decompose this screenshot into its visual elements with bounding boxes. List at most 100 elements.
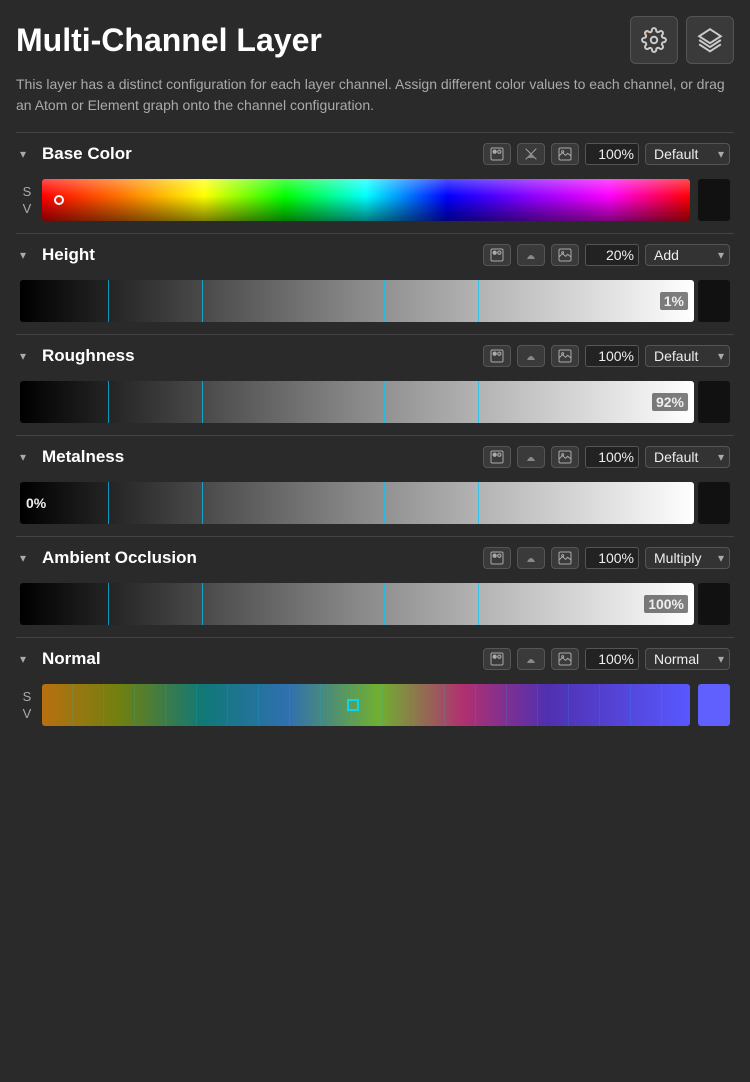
image-icon-height[interactable] xyxy=(551,244,579,266)
mask-icon-ao[interactable] xyxy=(483,547,511,569)
blend-roughness[interactable]: Default Add Multiply Normal xyxy=(645,345,730,367)
slider-end-ao xyxy=(698,583,730,625)
v-label: V xyxy=(20,201,34,216)
channel-ao: ▾ Ambient Occlusion xyxy=(16,536,734,637)
main-container: Multi-Channel Layer This layer has a dis… xyxy=(0,0,750,754)
fill-icon-normal[interactable] xyxy=(517,648,545,670)
chevron-base-color[interactable]: ▾ xyxy=(20,147,36,161)
blend-metalness[interactable]: Default Add Multiply Normal xyxy=(645,446,730,468)
channel-body-base-color: S V xyxy=(16,175,734,233)
image-icon-normal[interactable] xyxy=(551,648,579,670)
slider-bar-roughness[interactable]: 92% xyxy=(20,381,730,423)
channel-roughness: ▾ Roughness xyxy=(16,334,734,435)
opacity-metalness[interactable] xyxy=(585,446,639,468)
slider-value-height: 1% xyxy=(660,292,688,310)
blend-wrapper-roughness: Default Add Multiply Normal xyxy=(645,345,730,367)
channel-controls-normal: Default Add Multiply Normal xyxy=(483,648,730,670)
fill-icon-metalness[interactable] xyxy=(517,446,545,468)
fill-icon-ao[interactable] xyxy=(517,547,545,569)
blend-wrapper-normal: Default Add Multiply Normal xyxy=(645,648,730,670)
tick-marks-height xyxy=(20,280,694,322)
mask-icon-metalness[interactable] xyxy=(483,446,511,468)
channel-controls-base-color: Default Add Multiply Normal Overlay Scre… xyxy=(483,143,730,165)
channel-controls-metalness: Default Add Multiply Normal xyxy=(483,446,730,468)
mask-icon-base-color[interactable] xyxy=(483,143,511,165)
header-row: Multi-Channel Layer xyxy=(16,16,734,64)
channel-controls-roughness: Default Add Multiply Normal xyxy=(483,345,730,367)
rainbow-cursor xyxy=(54,195,64,205)
gear-button[interactable] xyxy=(630,16,678,64)
channel-header-metalness: ▾ Metalness xyxy=(16,436,734,478)
header-icons xyxy=(630,16,734,64)
opacity-normal[interactable] xyxy=(585,648,639,670)
slider-bar-height[interactable]: 1% xyxy=(20,280,730,322)
slider-bar-ao[interactable]: 100% xyxy=(20,583,730,625)
opacity-ao[interactable] xyxy=(585,547,639,569)
channel-header-ao: ▾ Ambient Occlusion xyxy=(16,537,734,579)
tick-marks-metalness xyxy=(20,482,694,524)
rainbow-bar[interactable] xyxy=(42,179,690,221)
normal-bar-container: S V xyxy=(16,684,734,726)
image-icon-roughness[interactable] xyxy=(551,345,579,367)
channel-header-normal: ▾ Normal xyxy=(16,638,734,680)
normal-overlay xyxy=(42,684,690,726)
normal-cursor xyxy=(347,699,359,711)
chevron-metalness[interactable]: ▾ xyxy=(20,450,36,464)
image-icon-ao[interactable] xyxy=(551,547,579,569)
opacity-height[interactable] xyxy=(585,244,639,266)
chevron-ao[interactable]: ▾ xyxy=(20,551,36,565)
opacity-roughness[interactable] xyxy=(585,345,639,367)
channel-body-normal: S V xyxy=(16,680,734,738)
layers-button[interactable] xyxy=(686,16,734,64)
channel-body-roughness: 92% xyxy=(16,377,734,435)
channel-name-normal: Normal xyxy=(42,649,477,669)
image-icon-base-color[interactable] xyxy=(551,143,579,165)
slider-container-roughness: 92% xyxy=(16,381,734,423)
blend-ao[interactable]: Default Add Multiply Normal xyxy=(645,547,730,569)
channel-name-height: Height xyxy=(42,245,477,265)
blend-height[interactable]: Default Add Multiply Normal xyxy=(645,244,730,266)
v-label-normal: V xyxy=(20,706,34,721)
channel-body-height: 1% xyxy=(16,276,734,334)
channel-base-color: ▾ Base Color xyxy=(16,132,734,233)
normal-bar[interactable] xyxy=(42,684,690,726)
chevron-roughness[interactable]: ▾ xyxy=(20,349,36,363)
fill-icon-base-color[interactable] xyxy=(517,143,545,165)
blend-base-color[interactable]: Default Add Multiply Normal Overlay Scre… xyxy=(645,143,730,165)
normal-gradient xyxy=(42,684,690,726)
slider-value-roughness: 92% xyxy=(652,393,688,411)
channel-controls-ao: Default Add Multiply Normal xyxy=(483,547,730,569)
rainbow-overlay xyxy=(42,179,690,221)
channel-name-base-color: Base Color xyxy=(42,144,477,164)
channel-normal: ▾ Normal xyxy=(16,637,734,738)
opacity-base-color[interactable] xyxy=(585,143,639,165)
channel-body-ao: 100% xyxy=(16,579,734,637)
channel-name-roughness: Roughness xyxy=(42,346,477,366)
channel-height: ▾ Height xyxy=(16,233,734,334)
tick-marks-roughness xyxy=(20,381,694,423)
image-icon-metalness[interactable] xyxy=(551,446,579,468)
gray-gradient-height: 1% xyxy=(20,280,694,322)
blend-wrapper-base-color: Default Add Multiply Normal Overlay Scre… xyxy=(645,143,730,165)
slider-bar-metalness[interactable]: 0% xyxy=(20,482,730,524)
slider-container-metalness: 0% xyxy=(16,482,734,524)
sv-labels-base-color: S V xyxy=(20,184,34,216)
channel-header-base-color: ▾ Base Color xyxy=(16,133,734,175)
fill-icon-height[interactable] xyxy=(517,244,545,266)
s-label-normal: S xyxy=(20,689,34,704)
blend-normal[interactable]: Default Add Multiply Normal xyxy=(645,648,730,670)
s-label: S xyxy=(20,184,34,199)
mask-icon-normal[interactable] xyxy=(483,648,511,670)
page-title: Multi-Channel Layer xyxy=(16,22,322,59)
sv-labels-normal: S V xyxy=(20,689,34,721)
chevron-normal[interactable]: ▾ xyxy=(20,652,36,666)
slider-container-ao: 100% xyxy=(16,583,734,625)
slider-end-roughness xyxy=(698,381,730,423)
mask-icon-roughness[interactable] xyxy=(483,345,511,367)
gray-gradient-roughness: 92% xyxy=(20,381,694,423)
tick-marks-ao xyxy=(20,583,694,625)
channel-metalness: ▾ Metalness xyxy=(16,435,734,536)
fill-icon-roughness[interactable] xyxy=(517,345,545,367)
mask-icon-height[interactable] xyxy=(483,244,511,266)
chevron-height[interactable]: ▾ xyxy=(20,248,36,262)
